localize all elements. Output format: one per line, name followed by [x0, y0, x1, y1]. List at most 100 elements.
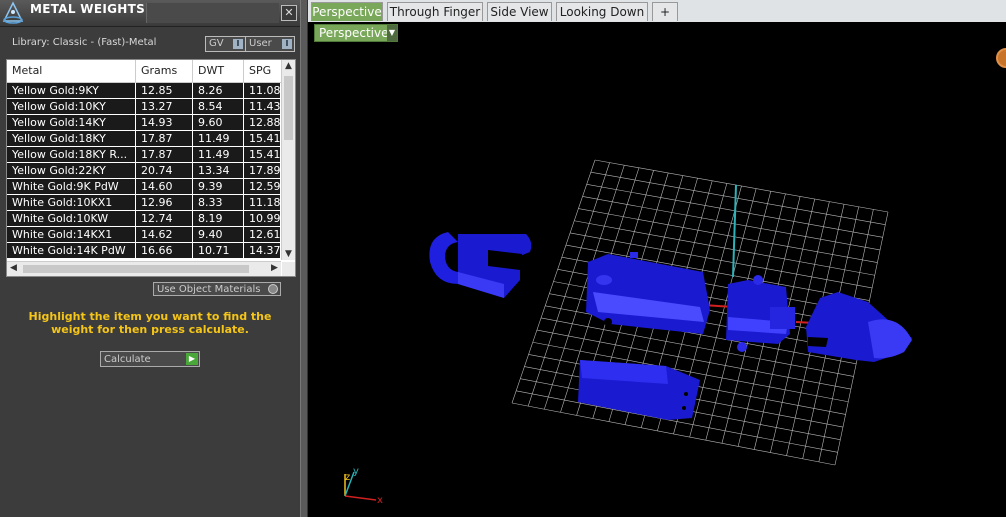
- cell-spg: 15.41: [244, 131, 281, 146]
- cell-metal: Yellow Gold:18KY R...: [7, 147, 136, 162]
- cell-grams: 20.74: [136, 163, 193, 178]
- table-row[interactable]: Yellow Gold:22KY 20.74 13.34 17.89: [7, 163, 281, 179]
- cell-dwt: 10.71: [193, 243, 244, 258]
- gv-toggle-indicator: I: [233, 39, 243, 49]
- metal-weights-panel: METAL WEIGHTS ✕ Library: Classic - (Fast…: [0, 0, 300, 517]
- radio-icon: [268, 284, 278, 294]
- axis-gizmo: x y z: [344, 466, 383, 506]
- table-row[interactable]: Yellow Gold:18KY 17.87 11.49 15.41: [7, 131, 281, 147]
- cell-metal: Yellow Gold:18KY: [7, 131, 136, 146]
- cell-grams: 13.27: [136, 99, 193, 114]
- clasp-hook-model: [429, 232, 532, 298]
- cell-spg: 11.43: [244, 99, 281, 114]
- scroll-left-icon[interactable]: ◀: [7, 263, 20, 273]
- cell-spg: 17.89: [244, 163, 281, 178]
- cell-grams: 14.60: [136, 179, 193, 194]
- clasp-end-model: [806, 292, 912, 362]
- scroll-down-icon[interactable]: ▼: [282, 249, 295, 259]
- panel-title: METAL WEIGHTS: [30, 2, 146, 16]
- cell-spg: 11.08: [244, 83, 281, 98]
- table-row[interactable]: Yellow Gold:18KY R... 17.87 11.49 15.41: [7, 147, 281, 163]
- instruction-text: Highlight the item you want to find the …: [28, 310, 272, 336]
- column-header-spg[interactable]: SPG: [244, 60, 281, 82]
- cell-grams: 17.87: [136, 147, 193, 162]
- cell-grams: 17.87: [136, 131, 193, 146]
- use-object-materials-toggle[interactable]: Use Object Materials: [153, 282, 281, 296]
- view-mode-dropdown[interactable]: Perspective ▼: [314, 24, 398, 42]
- tab-perspective[interactable]: Perspective: [311, 2, 383, 21]
- cell-metal: Yellow Gold:9KY: [7, 83, 136, 98]
- cell-dwt: 8.26: [193, 83, 244, 98]
- cell-dwt: 11.49: [193, 131, 244, 146]
- panel-splitter[interactable]: [300, 0, 308, 517]
- view-mode-label: Perspective: [319, 26, 389, 40]
- table-row[interactable]: Yellow Gold:14KY 14.93 9.60 12.88: [7, 115, 281, 131]
- cell-metal: White Gold:14KX1: [7, 227, 136, 242]
- clasp-plate-model: [578, 360, 700, 420]
- 3d-viewport[interactable]: x y z Perspective ▼: [308, 22, 1006, 517]
- cell-dwt: 13.34: [193, 163, 244, 178]
- cell-spg: 12.59: [244, 179, 281, 194]
- table-row[interactable]: White Gold:10KX1 12.96 8.33 11.18: [7, 195, 281, 211]
- user-label: User: [249, 38, 272, 49]
- cell-spg: 14.37: [244, 243, 281, 258]
- cell-dwt: 9.40: [193, 227, 244, 242]
- panel-title-bar: METAL WEIGHTS ✕: [0, 0, 300, 27]
- column-header-metal[interactable]: Metal: [7, 60, 136, 82]
- scroll-corner: [282, 262, 295, 276]
- table-row[interactable]: White Gold:9K PdW 14.60 9.39 12.59: [7, 179, 281, 195]
- scroll-up-icon[interactable]: ▲: [282, 61, 295, 71]
- cell-metal: Yellow Gold:22KY: [7, 163, 136, 178]
- table-row[interactable]: Yellow Gold:9KY 12.85 8.26 11.08: [7, 83, 281, 99]
- cell-metal: White Gold:14K PdW: [7, 243, 136, 258]
- calculate-label: Calculate: [104, 354, 151, 365]
- viewport-tab-bar: Perspective Through Finger Side View Loo…: [308, 0, 1006, 23]
- table-row[interactable]: White Gold:14KX1 14.62 9.40 12.61: [7, 227, 281, 243]
- calculate-button[interactable]: Calculate ▶: [100, 351, 200, 367]
- vertical-scroll-thumb[interactable]: [284, 76, 293, 140]
- clasp-connector-model: [726, 275, 795, 352]
- horizontal-scroll-thumb[interactable]: [23, 265, 249, 273]
- close-icon: ✕: [284, 6, 294, 19]
- clasp-body-model: [586, 252, 710, 334]
- library-label: Library: Classic - (Fast)-Metal: [12, 37, 157, 48]
- cell-spg: 12.88: [244, 115, 281, 130]
- app-logo-icon: [2, 1, 24, 24]
- close-button[interactable]: ✕: [281, 5, 297, 21]
- cell-dwt: 9.39: [193, 179, 244, 194]
- add-tab-button[interactable]: +: [652, 2, 678, 21]
- cell-dwt: 8.33: [193, 195, 244, 210]
- table-row[interactable]: White Gold:14K PdW 16.66 10.71 14.37: [7, 243, 281, 259]
- cell-spg: 15.41: [244, 147, 281, 162]
- tab-side-view[interactable]: Side View: [487, 2, 552, 21]
- cell-metal: White Gold:10KX1: [7, 195, 136, 210]
- cell-dwt: 11.49: [193, 147, 244, 162]
- table-row[interactable]: Yellow Gold:10KY 13.27 8.54 11.43: [7, 99, 281, 115]
- gv-toggle[interactable]: GV I: [205, 36, 246, 52]
- table-rows: Yellow Gold:9KY 12.85 8.26 11.08 Yellow Gol…: [7, 83, 281, 259]
- cell-grams: 12.74: [136, 211, 193, 226]
- metal-table: Metal Grams DWT SPG Yellow Gold:9KY 12.85…: [6, 59, 296, 277]
- gv-label: GV: [209, 38, 224, 49]
- cell-dwt: 8.54: [193, 99, 244, 114]
- cell-spg: 11.18: [244, 195, 281, 210]
- cell-grams: 12.96: [136, 195, 193, 210]
- axis-label-x: x: [377, 495, 383, 506]
- use-object-materials-label: Use Object Materials: [157, 284, 261, 295]
- column-header-dwt[interactable]: DWT: [193, 60, 244, 82]
- tab-through-finger[interactable]: Through Finger: [387, 2, 483, 21]
- tab-looking-down[interactable]: Looking Down: [556, 2, 648, 21]
- table-row[interactable]: White Gold:10KW 12.74 8.19 10.99: [7, 211, 281, 227]
- horizontal-scrollbar[interactable]: ◀ ▶: [7, 261, 281, 276]
- vertical-scrollbar[interactable]: ▲ ▼: [281, 60, 295, 260]
- axis-label-z: z: [345, 472, 350, 483]
- user-toggle[interactable]: User I: [245, 36, 295, 52]
- scroll-right-icon[interactable]: ▶: [268, 263, 281, 273]
- cell-spg: 12.61: [244, 227, 281, 242]
- axis-label-y: y: [353, 466, 359, 477]
- user-toggle-indicator: I: [282, 39, 292, 49]
- cell-dwt: 9.60: [193, 115, 244, 130]
- column-header-grams[interactable]: Grams: [136, 60, 193, 82]
- cell-metal: Yellow Gold:10KY: [7, 99, 136, 114]
- cell-grams: 14.93: [136, 115, 193, 130]
